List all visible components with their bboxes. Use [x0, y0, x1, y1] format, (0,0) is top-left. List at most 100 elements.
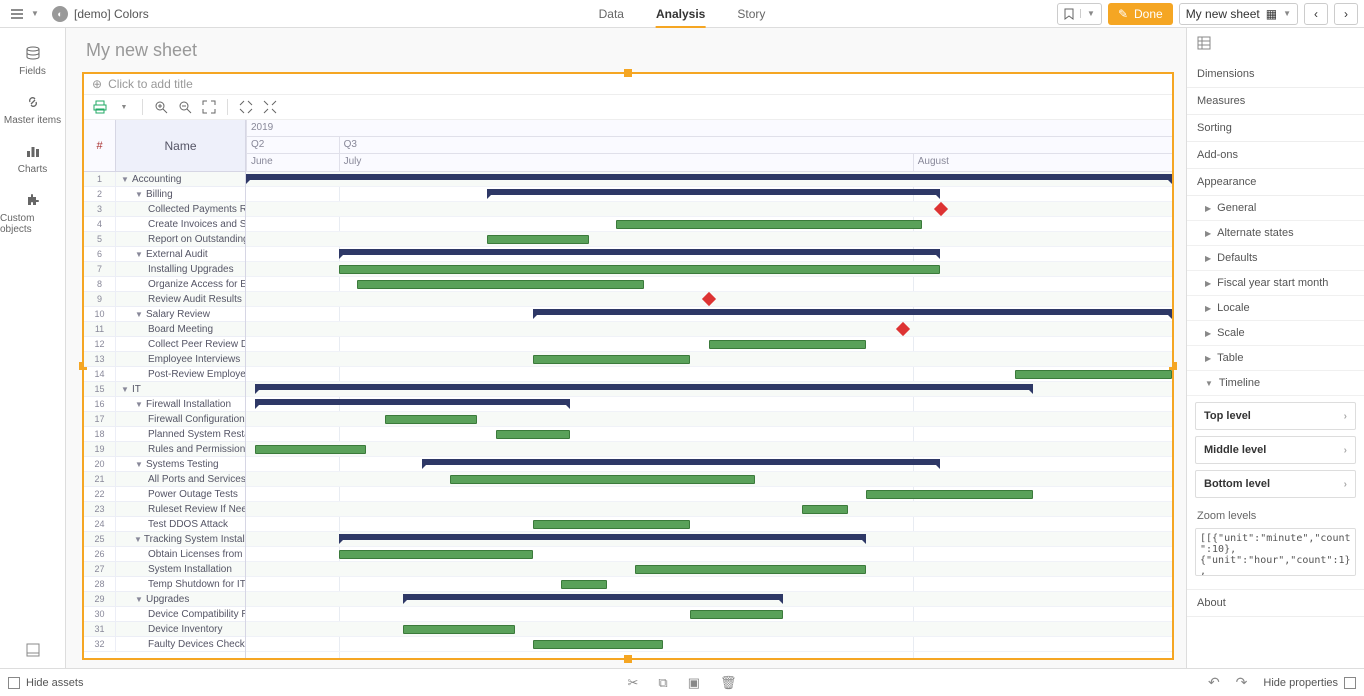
- task-bar[interactable]: [496, 430, 570, 439]
- table-row[interactable]: 3Collected Payments Review: [84, 202, 245, 217]
- table-row[interactable]: 19Rules and Permissions Au...: [84, 442, 245, 457]
- table-row[interactable]: 13Employee Interviews: [84, 352, 245, 367]
- resize-handle-top[interactable]: [624, 69, 632, 77]
- table-row[interactable]: 31Device Inventory: [84, 622, 245, 637]
- item-locale[interactable]: ▶Locale: [1187, 296, 1364, 321]
- delete-button[interactable]: 🗑: [720, 675, 737, 691]
- summary-bar[interactable]: [339, 534, 867, 540]
- done-button[interactable]: ✎ Done: [1108, 3, 1173, 25]
- summary-bar[interactable]: [422, 459, 941, 465]
- table-row[interactable]: 2▼Billing: [84, 187, 245, 202]
- summary-bar[interactable]: [487, 189, 941, 195]
- section-about[interactable]: About: [1187, 589, 1364, 617]
- copy-button[interactable]: ⧉: [658, 675, 667, 691]
- item-defaults[interactable]: ▶Defaults: [1187, 246, 1364, 271]
- summary-bar[interactable]: [246, 174, 1172, 180]
- section-appearance[interactable]: Appearance: [1187, 169, 1364, 196]
- print-button[interactable]: [90, 97, 110, 117]
- task-bar[interactable]: [561, 580, 607, 589]
- item-fiscal-year[interactable]: ▶Fiscal year start month: [1187, 271, 1364, 296]
- table-row[interactable]: 15▼IT: [84, 382, 245, 397]
- task-bar[interactable]: [802, 505, 848, 514]
- collapse-toggle[interactable]: ▼: [120, 175, 130, 184]
- collapse-button[interactable]: [260, 97, 280, 117]
- section-addons[interactable]: Add-ons: [1187, 142, 1364, 169]
- table-row[interactable]: 28Temp Shutdown for IT Aud...: [84, 577, 245, 592]
- table-row[interactable]: 27System Installation: [84, 562, 245, 577]
- bookmark-dropdown[interactable]: ▼: [1080, 9, 1101, 18]
- task-bar[interactable]: [709, 340, 866, 349]
- collapse-toggle[interactable]: ▼: [120, 385, 130, 394]
- summary-bar[interactable]: [403, 594, 783, 600]
- master-items-tab[interactable]: Master items: [0, 85, 65, 134]
- zoom-levels-input[interactable]: [1195, 528, 1356, 576]
- table-row[interactable]: 22Power Outage Tests: [84, 487, 245, 502]
- table-row[interactable]: 6▼External Audit: [84, 247, 245, 262]
- table-row[interactable]: 5Report on Outstanding Col...: [84, 232, 245, 247]
- hide-assets-button[interactable]: Hide assets: [8, 677, 83, 689]
- undo-button[interactable]: ↶: [1208, 674, 1220, 691]
- section-dimensions[interactable]: Dimensions: [1187, 61, 1364, 88]
- table-row[interactable]: 17Firewall Configuration: [84, 412, 245, 427]
- summary-bar[interactable]: [339, 249, 941, 255]
- task-bar[interactable]: [403, 625, 514, 634]
- menu-dropdown[interactable]: ▼: [28, 9, 42, 18]
- collapse-toggle[interactable]: ▼: [134, 400, 144, 409]
- section-measures[interactable]: Measures: [1187, 88, 1364, 115]
- summary-bar[interactable]: [533, 309, 1172, 315]
- table-row[interactable]: 7Installing Upgrades: [84, 262, 245, 277]
- hamburger-menu[interactable]: [6, 3, 28, 25]
- expand-button[interactable]: [236, 97, 256, 117]
- table-row[interactable]: 12Collect Peer Review Data: [84, 337, 245, 352]
- column-header-name[interactable]: Name: [116, 120, 245, 171]
- task-bar[interactable]: [533, 640, 663, 649]
- collapse-toggle[interactable]: ▼: [134, 190, 144, 199]
- zoom-in-button[interactable]: [151, 97, 171, 117]
- panel-layout-icon[interactable]: [18, 635, 48, 668]
- table-row[interactable]: 11Board Meeting: [84, 322, 245, 337]
- item-alternate-states[interactable]: ▶Alternate states: [1187, 221, 1364, 246]
- table-row[interactable]: 20▼Systems Testing: [84, 457, 245, 472]
- table-row[interactable]: 4Create Invoices and Send to...: [84, 217, 245, 232]
- table-row[interactable]: 1▼Accounting: [84, 172, 245, 187]
- item-table[interactable]: ▶Table: [1187, 346, 1364, 371]
- collapse-toggle[interactable]: ▼: [134, 250, 144, 259]
- tab-analysis[interactable]: Analysis: [656, 0, 705, 28]
- item-general[interactable]: ▶General: [1187, 196, 1364, 221]
- task-bar[interactable]: [635, 565, 867, 574]
- paste-button[interactable]: ▣: [688, 675, 700, 691]
- zoom-out-button[interactable]: [175, 97, 195, 117]
- table-row[interactable]: 23Ruleset Review If Needed: [84, 502, 245, 517]
- collapse-toggle[interactable]: ▼: [134, 310, 144, 319]
- hide-properties-button[interactable]: Hide properties: [1263, 677, 1356, 689]
- task-bar[interactable]: [487, 235, 589, 244]
- redo-button[interactable]: ↷: [1236, 674, 1248, 691]
- summary-bar[interactable]: [255, 399, 570, 405]
- charts-tab[interactable]: Charts: [0, 134, 65, 183]
- viz-title-placeholder[interactable]: ⊕ Click to add title: [84, 74, 1172, 94]
- fit-button[interactable]: [199, 97, 219, 117]
- table-row[interactable]: 24Test DDOS Attack: [84, 517, 245, 532]
- task-bar[interactable]: [1015, 370, 1172, 379]
- properties-table-icon[interactable]: [1187, 28, 1364, 61]
- tab-story[interactable]: Story: [737, 0, 765, 28]
- task-bar[interactable]: [339, 550, 533, 559]
- task-bar[interactable]: [533, 355, 690, 364]
- table-row[interactable]: 18Planned System Restart: [84, 427, 245, 442]
- table-row[interactable]: 26Obtain Licenses from the V...: [84, 547, 245, 562]
- collapse-toggle[interactable]: ▼: [134, 535, 142, 544]
- table-row[interactable]: 32Faulty Devices Check: [84, 637, 245, 652]
- prev-sheet-button[interactable]: ‹: [1304, 3, 1328, 25]
- custom-objects-tab[interactable]: Custom objects: [0, 183, 65, 243]
- task-bar[interactable]: [690, 610, 783, 619]
- fields-tab[interactable]: Fields: [0, 36, 65, 85]
- collapse-toggle[interactable]: ▼: [134, 595, 144, 604]
- tab-data[interactable]: Data: [599, 0, 624, 28]
- cut-button[interactable]: ✂: [627, 675, 638, 691]
- summary-bar[interactable]: [255, 384, 1033, 390]
- table-row[interactable]: 25▼Tracking System Installation: [84, 532, 245, 547]
- top-level-button[interactable]: Top level›: [1195, 402, 1356, 430]
- next-sheet-button[interactable]: ›: [1334, 3, 1358, 25]
- task-bar[interactable]: [866, 490, 1033, 499]
- bookmark-button[interactable]: ▼: [1057, 3, 1102, 25]
